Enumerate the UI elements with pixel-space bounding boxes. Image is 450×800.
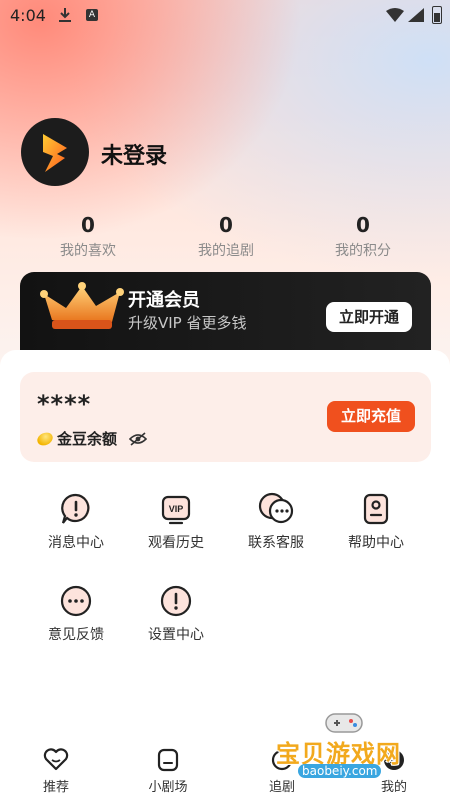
gamepad-icon (325, 713, 363, 733)
menu-item-messages[interactable]: 消息中心 (26, 492, 126, 552)
menu-item-feedback[interactable]: 意见反馈 (26, 584, 126, 644)
menu-item-history[interactable]: VIP 观看历史 (126, 492, 226, 552)
nav-label: 推荐 (42, 780, 69, 795)
stat-label: 我的积分 (335, 243, 391, 259)
nav-label: 小剧场 (148, 780, 188, 795)
menu-item-customer-service[interactable]: 联系客服 (226, 492, 326, 552)
stat-value: 0 (219, 213, 233, 237)
open-vip-button[interactable]: 立即开通 (326, 302, 412, 332)
vip-subtitle: 升级VIP 省更多钱 (128, 314, 247, 332)
exclamation-bubble-icon (61, 493, 90, 524)
balance-label: 金豆余额 (57, 430, 118, 448)
nav-tab-recommend[interactable]: 推荐 (16, 748, 96, 795)
vip-history-icon: VIP (161, 495, 191, 525)
menu-item-help[interactable]: 帮助中心 (326, 492, 426, 552)
download-icon (59, 8, 71, 22)
stat-value: 0 (356, 213, 370, 237)
a-badge-icon: A (86, 9, 98, 21)
stats-row: 0 我的喜欢 0 我的追剧 0 我的积分 (0, 212, 450, 262)
menu-item-settings[interactable]: 设置中心 (126, 584, 226, 644)
gold-bean-icon (35, 429, 55, 448)
wallet-card: **** 金豆余额 立即充值 (20, 372, 431, 462)
menu-label: 消息中心 (48, 535, 104, 551)
avatar[interactable] (21, 118, 89, 186)
theater-icon (157, 748, 179, 772)
help-doc-icon (363, 493, 389, 525)
menu-label: 联系客服 (248, 535, 304, 551)
watermark: 宝贝游戏网 baobeiy.com (272, 706, 422, 786)
recharge-button[interactable]: 立即充值 (327, 401, 415, 432)
crown-icon (40, 282, 124, 329)
app-logo-icon (43, 134, 67, 172)
balance-label-row: 金豆余额 (35, 428, 148, 449)
menu-label: 设置中心 (148, 627, 204, 643)
settings-exclamation-icon (160, 585, 192, 617)
wifi-icon (386, 8, 404, 22)
stat-likes[interactable]: 0 我的喜欢 (18, 212, 158, 260)
chat-bubbles-icon (258, 492, 294, 524)
menu-label: 帮助中心 (348, 535, 404, 551)
signal-icon (408, 8, 424, 22)
vip-title: 开通会员 (128, 290, 200, 311)
eye-hidden-icon[interactable] (129, 431, 148, 446)
menu-label: 意见反馈 (48, 627, 104, 643)
status-bar: 4:04 A (0, 0, 450, 32)
svg-text:VIP: VIP (169, 504, 184, 514)
stat-label: 我的喜欢 (60, 243, 116, 259)
stat-following[interactable]: 0 我的追剧 (156, 212, 296, 260)
feedback-dots-icon (60, 585, 92, 617)
stat-label: 我的追剧 (198, 243, 254, 259)
watermark-url: baobeiy.com (298, 764, 382, 778)
balance-value: **** (37, 390, 92, 418)
status-time: 4:04 (10, 6, 46, 25)
stat-value: 0 (81, 213, 95, 237)
battery-icon (432, 6, 442, 24)
login-status-label[interactable]: 未登录 (101, 138, 167, 170)
stat-points[interactable]: 0 我的积分 (293, 212, 433, 260)
nav-tab-theater[interactable]: 小剧场 (128, 748, 208, 795)
menu-label: 观看历史 (148, 535, 204, 551)
heart-icon (43, 748, 69, 771)
